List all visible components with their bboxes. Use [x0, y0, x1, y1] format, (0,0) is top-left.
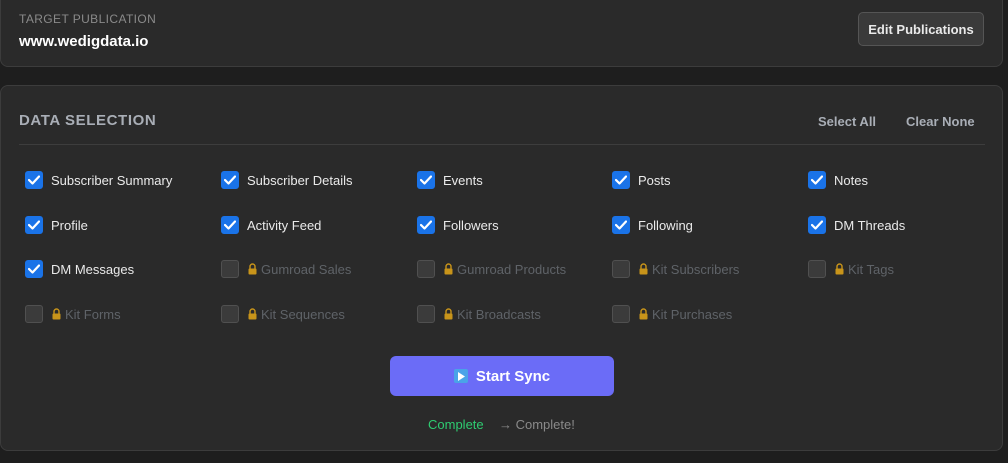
data-selection-title: DATA SELECTION: [19, 112, 157, 129]
option-label: Subscriber Details: [247, 172, 353, 188]
option-kit-purchases: Kit Purchases: [612, 304, 732, 324]
check-icon: [420, 175, 432, 185]
lock-icon: [247, 263, 258, 275]
start-sync-label: Start Sync: [475, 367, 551, 385]
checkbox-kit-tags: [808, 260, 826, 278]
edit-publications-button[interactable]: Edit Publications: [858, 12, 984, 46]
lock-icon: [247, 308, 258, 320]
checkbox-kit-subscribers: [612, 260, 630, 278]
lock-icon: [443, 263, 454, 275]
option-label: Notes: [834, 172, 868, 188]
check-icon: [28, 220, 40, 230]
option-label: Events: [443, 172, 483, 188]
checkbox-subscriber-summary[interactable]: [25, 171, 43, 189]
option-label: Kit Subscribers: [652, 261, 740, 277]
check-icon: [28, 175, 40, 185]
checkbox-dm-threads[interactable]: [808, 216, 826, 234]
check-icon: [615, 220, 627, 230]
lock-icon: [51, 308, 62, 320]
checkbox-kit-sequences: [221, 305, 239, 323]
option-label: Activity Feed: [247, 217, 322, 233]
lock-icon: [443, 308, 454, 320]
lock-icon: [834, 263, 845, 275]
checkbox-events[interactable]: [417, 171, 435, 189]
start-sync-button[interactable]: Start Sync: [390, 356, 614, 396]
option-gumroad-sales: Gumroad Sales: [221, 259, 351, 279]
clear-none-button[interactable]: Clear None: [906, 114, 975, 129]
checkbox-subscriber-details[interactable]: [221, 171, 239, 189]
option-kit-sequences: Kit Sequences: [221, 304, 345, 324]
checkbox-kit-purchases: [612, 305, 630, 323]
play-icon: [453, 369, 468, 383]
option-following[interactable]: Following: [612, 215, 693, 235]
option-posts[interactable]: Posts: [612, 170, 671, 190]
check-icon: [615, 175, 627, 185]
option-label: Kit Broadcasts: [457, 306, 541, 322]
option-followers[interactable]: Followers: [417, 215, 499, 235]
option-subscriber-summary[interactable]: Subscriber Summary: [25, 170, 172, 190]
checkbox-followers[interactable]: [417, 216, 435, 234]
check-icon: [28, 264, 40, 274]
check-icon: [224, 220, 236, 230]
option-label: Subscriber Summary: [51, 172, 173, 188]
check-icon: [420, 220, 432, 230]
option-dm-messages[interactable]: DM Messages: [25, 259, 134, 279]
option-activity-feed[interactable]: Activity Feed: [221, 215, 321, 235]
sync-status-complete: Complete: [428, 417, 484, 432]
lock-icon: [638, 263, 649, 275]
checkbox-following[interactable]: [612, 216, 630, 234]
option-label: Following: [638, 217, 693, 233]
divider: [19, 144, 985, 145]
target-publication-card: TARGET PUBLICATION www.wedigdata.io Edit…: [0, 0, 1003, 67]
option-events[interactable]: Events: [417, 170, 483, 190]
option-kit-broadcasts: Kit Broadcasts: [417, 304, 541, 324]
option-notes[interactable]: Notes: [808, 170, 868, 190]
option-label: Followers: [443, 217, 499, 233]
option-label: Gumroad Products: [457, 261, 567, 277]
option-subscriber-details[interactable]: Subscriber Details: [221, 170, 353, 190]
option-label: Gumroad Sales: [261, 261, 352, 277]
option-label: Kit Forms: [65, 306, 121, 322]
option-kit-tags: Kit Tags: [808, 259, 894, 279]
option-label: DM Threads: [834, 217, 906, 233]
option-label: Posts: [638, 172, 671, 188]
option-kit-forms: Kit Forms: [25, 304, 121, 324]
sync-status-result: → Complete!: [499, 417, 575, 432]
lock-icon: [638, 308, 649, 320]
option-label: Kit Purchases: [652, 306, 733, 322]
option-profile[interactable]: Profile: [25, 215, 88, 235]
option-dm-threads[interactable]: DM Threads: [808, 215, 905, 235]
checkbox-gumroad-sales: [221, 260, 239, 278]
option-label: Kit Tags: [848, 261, 895, 277]
option-label: Kit Sequences: [261, 306, 345, 322]
target-publication-value: www.wedigdata.io: [19, 33, 149, 50]
check-icon: [811, 220, 823, 230]
checkbox-kit-broadcasts: [417, 305, 435, 323]
checkbox-notes[interactable]: [808, 171, 826, 189]
checkbox-kit-forms: [25, 305, 43, 323]
select-all-button[interactable]: Select All: [818, 114, 876, 129]
data-selection-card: DATA SELECTION Select All Clear None Sub…: [0, 85, 1003, 451]
option-label: Profile: [51, 217, 88, 233]
option-gumroad-products: Gumroad Products: [417, 259, 566, 279]
check-icon: [224, 175, 236, 185]
checkbox-gumroad-products: [417, 260, 435, 278]
checkbox-dm-messages[interactable]: [25, 260, 43, 278]
checkbox-posts[interactable]: [612, 171, 630, 189]
option-kit-subscribers: Kit Subscribers: [612, 259, 739, 279]
check-icon: [811, 175, 823, 185]
checkbox-profile[interactable]: [25, 216, 43, 234]
option-label: DM Messages: [51, 261, 135, 277]
target-publication-label: TARGET PUBLICATION: [19, 12, 157, 26]
checkbox-activity-feed[interactable]: [221, 216, 239, 234]
